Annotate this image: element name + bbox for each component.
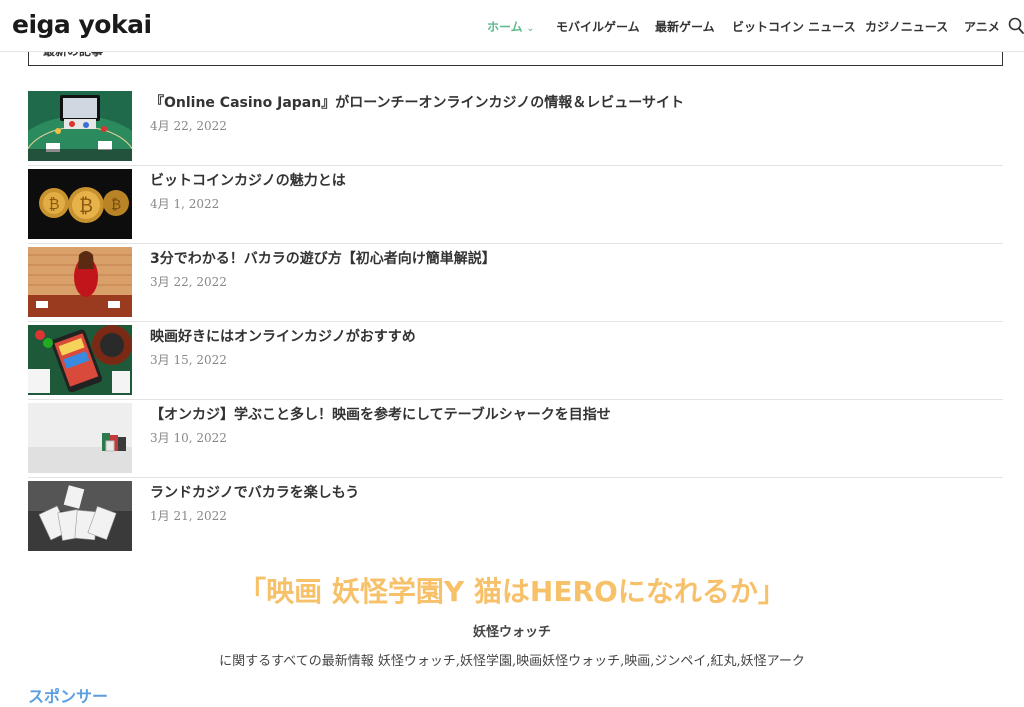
nav-item-latest-games[interactable]: 最新ゲーム (655, 18, 715, 35)
post-date: 3月 15, 2022 (150, 353, 227, 367)
post-thumbnail[interactable]: ₿ ₿ ₿ (28, 169, 132, 239)
promo-description: に関するすべての最新情報 妖怪ウォッチ,妖怪学園,映画妖怪ウォッチ,映画,ジンペ… (219, 654, 805, 669)
post-item[interactable]: 『Online Casino Japan』がローンチーオンラインカジノの情報＆レ… (28, 91, 1003, 161)
post-item[interactable]: ₿ ₿ ₿ ビットコインカジノの魅力とは 4月 1, 2022 (28, 169, 1003, 239)
post-item[interactable]: 3分でわかる！バカラの遊び方【初心者向け簡単解説】 3月 22, 2022 (28, 247, 1003, 317)
post-date: 3月 10, 2022 (150, 431, 227, 445)
divider (28, 399, 1003, 400)
post-thumbnail[interactable] (28, 403, 132, 473)
divider (28, 477, 1003, 478)
svg-text:₿: ₿ (111, 197, 121, 213)
divider (28, 321, 1003, 322)
chevron-down-icon: ⌄ (526, 24, 535, 34)
svg-text:₿: ₿ (79, 195, 93, 217)
post-thumbnail[interactable] (28, 247, 132, 317)
promo-title: 「映画 妖怪学園Y 猫はHEROになれるか」 (238, 575, 786, 608)
nav-item-mobile-games[interactable]: モバイルゲーム (556, 18, 640, 35)
post-date: 4月 22, 2022 (150, 119, 227, 133)
sponsor-heading: スポンサー (28, 687, 109, 706)
nav-item-anime[interactable]: アニメ (964, 18, 1000, 35)
post-thumbnail[interactable] (28, 325, 132, 395)
post-date: 1月 21, 2022 (150, 509, 227, 523)
post-thumbnail[interactable] (28, 91, 132, 161)
site-header: eiga yokai ホーム ⌄ モバイルゲーム 最新ゲーム ビットコイン ニュー… (0, 0, 1024, 52)
post-title[interactable]: ビットコインカジノの魅力とは (150, 170, 346, 190)
post-title[interactable]: 【オンカジ】学ぶこと多し！映画を参考にしてテーブルシャークを目指せ (150, 404, 611, 424)
svg-text:₿: ₿ (48, 195, 59, 213)
post-date: 3月 22, 2022 (150, 275, 227, 289)
post-item[interactable]: ランドカジノでバカラを楽しもう 1月 21, 2022 (28, 481, 1003, 551)
post-thumbnail[interactable] (28, 481, 132, 551)
post-title[interactable]: 3分でわかる！バカラの遊び方【初心者向け簡単解説】 (150, 248, 496, 268)
promo-subtitle: 妖怪ウォッチ (472, 625, 551, 640)
post-date: 4月 1, 2022 (150, 197, 220, 211)
post-title[interactable]: 映画好きにはオンラインカジノがおすすめ (150, 326, 416, 346)
site-logo[interactable]: eiga yokai (12, 10, 152, 39)
nav-item-label: ホーム (487, 20, 523, 34)
post-item[interactable]: 映画好きにはオンラインカジノがおすすめ 3月 15, 2022 (28, 325, 1003, 395)
post-title[interactable]: 『Online Casino Japan』がローンチーオンラインカジノの情報＆レ… (150, 92, 684, 112)
divider (28, 243, 1003, 244)
post-title[interactable]: ランドカジノでバカラを楽しもう (150, 482, 359, 502)
divider (28, 165, 1003, 166)
search-icon[interactable] (1008, 17, 1024, 35)
nav-item-casino-news[interactable]: カジノニュース (865, 18, 948, 35)
nav-item-home[interactable]: ホーム ⌄ (487, 18, 534, 35)
post-item[interactable]: 【オンカジ】学ぶこと多し！映画を参考にしてテーブルシャークを目指せ 3月 10,… (28, 403, 1003, 473)
nav-item-bitcoin-news[interactable]: ビットコイン ニュース (732, 18, 856, 35)
